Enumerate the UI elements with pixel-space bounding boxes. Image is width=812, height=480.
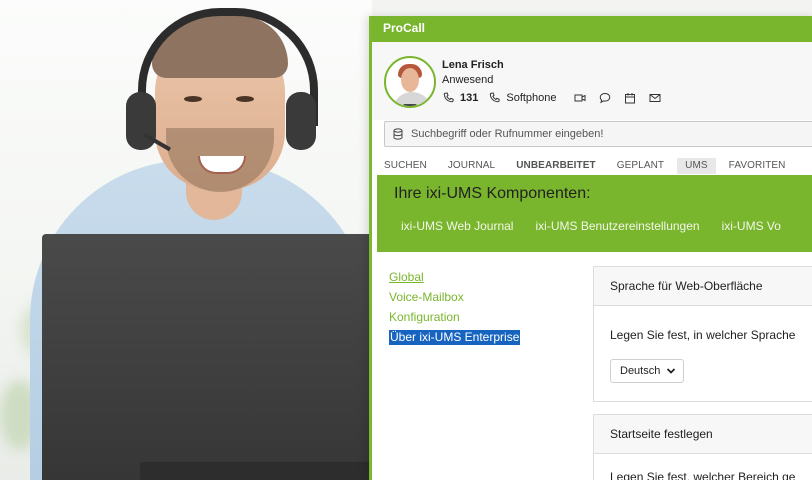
tab-geplant[interactable]: GEPLANT <box>617 158 664 174</box>
nav-konfiguration[interactable]: Konfiguration <box>389 310 460 324</box>
extension-number[interactable]: 131 <box>460 92 478 104</box>
language-select-value: Deutsch <box>620 365 661 377</box>
avatar[interactable] <box>384 56 436 108</box>
contact-name: Lena Frisch <box>442 59 504 71</box>
mail-icon[interactable] <box>648 91 662 105</box>
ums-banner-title: Ihre ixi-UMS Komponenten: <box>394 185 591 202</box>
video-icon[interactable] <box>573 91 587 105</box>
link-benutzereinstellungen[interactable]: ixi-UMS Benutzereinstellungen <box>535 219 699 233</box>
tab-journal[interactable]: JOURNAL <box>448 158 495 174</box>
contact-actions: 131 Softphone <box>442 91 673 105</box>
database-icon <box>393 128 403 140</box>
ums-component-links: ixi-UMS Web Journal ixi-UMS Benutzereins… <box>401 219 803 233</box>
search-input[interactable] <box>411 128 791 140</box>
language-panel: Sprache für Web-Oberfläche Legen Sie fes… <box>593 266 812 402</box>
chat-icon[interactable] <box>598 91 612 105</box>
laptop <box>42 234 372 480</box>
nav-global[interactable]: Global <box>389 270 424 284</box>
settings-nav: Global Voice-Mailbox Konfiguration Über … <box>389 267 521 347</box>
procall-window: ProCall Lena Frisch Anwesend 131 Softpho… <box>369 16 812 480</box>
tab-unbearbeitet[interactable]: UNBEARBEITET <box>516 158 596 174</box>
nav-voice-mailbox[interactable]: Voice-Mailbox <box>389 290 464 304</box>
tab-bar: SUCHEN JOURNAL UNBEARBEITET GEPLANT UMS … <box>384 158 807 174</box>
softphone-icon <box>488 91 502 105</box>
window-title: ProCall <box>372 16 812 42</box>
phone-icon[interactable] <box>442 91 456 105</box>
language-panel-title: Sprache für Web-Oberfläche <box>594 267 812 306</box>
link-voice[interactable]: ixi-UMS Vo <box>722 219 781 233</box>
contact-card: Lena Frisch Anwesend 131 Softphone <box>372 42 812 120</box>
presence-status: Anwesend <box>442 74 494 86</box>
hero-photo <box>0 0 372 480</box>
nav-ueber[interactable]: Über ixi-UMS Enterprise <box>389 330 521 345</box>
link-web-journal[interactable]: ixi-UMS Web Journal <box>401 219 513 233</box>
tab-suchen[interactable]: SUCHEN <box>384 158 427 174</box>
search-bar[interactable] <box>384 121 812 147</box>
ums-banner: Ihre ixi-UMS Komponenten: ixi-UMS Web Jo… <box>377 175 812 252</box>
chevron-down-icon <box>667 368 676 374</box>
tab-ums[interactable]: UMS <box>677 158 716 174</box>
language-select[interactable]: Deutsch <box>610 359 684 383</box>
calendar-icon[interactable] <box>623 91 637 105</box>
startpage-panel-text: Legen Sie fest, welcher Bereich ge <box>610 470 796 480</box>
startpage-panel-title: Startseite festlegen <box>594 415 812 454</box>
language-panel-text: Legen Sie fest, in welcher Sprache <box>610 328 796 342</box>
phone-mode[interactable]: Softphone <box>506 92 556 104</box>
startpage-panel: Startseite festlegen Legen Sie fest, wel… <box>593 414 812 480</box>
tab-favoriten[interactable]: FAVORITEN <box>729 158 786 174</box>
